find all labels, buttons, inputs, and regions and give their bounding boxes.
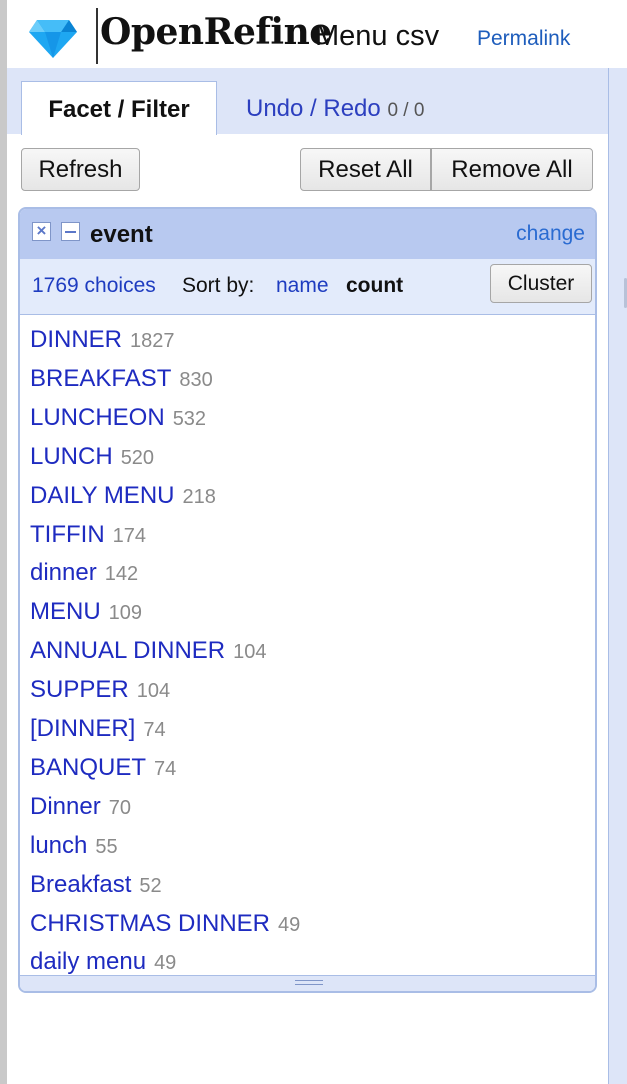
- facet-choice[interactable]: DINNER 1827: [30, 326, 175, 360]
- app-name[interactable]: OpenRefine: [100, 11, 332, 53]
- facet-choice-label[interactable]: ANNUAL DINNER: [30, 637, 225, 664]
- facet-choice-count: 520: [120, 446, 155, 469]
- permalink-link[interactable]: Permalink: [477, 27, 570, 51]
- change-link[interactable]: change: [516, 222, 585, 246]
- sort-by-count-link[interactable]: count: [346, 274, 403, 298]
- project-name[interactable]: Menu csv: [315, 20, 439, 53]
- facet-choice-count: 49: [278, 913, 301, 936]
- facet-choice[interactable]: DAILY MENU 218: [30, 482, 216, 516]
- left-edge-strip: [0, 0, 7, 1084]
- facet-choice[interactable]: Breakfast 52: [30, 871, 162, 905]
- facet-choice-count: 104: [233, 641, 267, 664]
- facet-choice[interactable]: dinner 142: [30, 559, 138, 593]
- facet-choice-label[interactable]: Breakfast: [30, 871, 131, 898]
- panel-edge: [608, 68, 609, 1084]
- facet-event: × event change 1769 choices Sort by: nam…: [18, 207, 597, 993]
- facet-choice-count: 70: [108, 796, 131, 819]
- facet-choice-label[interactable]: CHRISTMAS DINNER: [30, 910, 270, 937]
- facet-choice[interactable]: lunch 55: [30, 832, 118, 866]
- facet-choice-label[interactable]: DAILY MENU: [30, 482, 174, 509]
- facet-choice-count: 52: [139, 874, 162, 897]
- facet-choice-label[interactable]: DINNER: [30, 326, 122, 353]
- diamond-logo-icon[interactable]: [29, 18, 77, 58]
- tab-facet-filter[interactable]: Facet / Filter: [21, 81, 217, 135]
- facet-choice-count: 74: [154, 757, 177, 780]
- facet-controls: 1769 choices Sort by: name count Cluster: [20, 259, 595, 315]
- tab-undo-redo[interactable]: Undo / Redo 0 / 0: [246, 81, 424, 135]
- tab-strip: Facet / Filter Undo / Redo 0 / 0: [7, 68, 608, 135]
- facet-choice[interactable]: LUNCHEON 532: [30, 404, 206, 438]
- facet-choice-count: 74: [143, 719, 166, 741]
- facet-choice-label[interactable]: TIFFIN: [30, 521, 105, 548]
- facet-choice-label[interactable]: SUPPER: [30, 676, 129, 703]
- facet-choice[interactable]: Dinner 70: [30, 793, 131, 827]
- facet-choice[interactable]: BANQUET 74: [30, 754, 176, 788]
- minimize-facet-icon[interactable]: [61, 222, 80, 241]
- facet-choice[interactable]: MENU 109: [30, 598, 142, 632]
- sort-by-label: Sort by:: [182, 274, 255, 297]
- reset-all-button[interactable]: Reset All: [300, 148, 431, 191]
- facet-choice-count: 142: [104, 563, 139, 586]
- facet-choice-label[interactable]: LUNCHEON: [30, 404, 165, 431]
- facet-choice-label[interactable]: Dinner: [30, 793, 101, 820]
- logo-divider: [96, 8, 98, 64]
- close-facet-icon[interactable]: ×: [32, 222, 51, 241]
- facet-choice-label[interactable]: dinner: [30, 559, 97, 586]
- facet-choice-label[interactable]: lunch: [30, 832, 87, 859]
- facet-choice-label[interactable]: BREAKFAST: [30, 365, 171, 392]
- facet-choice-count: 55: [95, 835, 118, 858]
- facet-choice-count: 104: [136, 680, 171, 703]
- facet-choice-count: 830: [179, 368, 213, 391]
- remove-all-button[interactable]: Remove All: [431, 148, 593, 191]
- facet-choice[interactable]: LUNCH 520: [30, 443, 154, 477]
- panel-resizer[interactable]: [608, 68, 627, 1084]
- facet-choice-count: 1827: [130, 330, 175, 352]
- undo-redo-counter: 0 / 0: [387, 100, 425, 121]
- facet-choice[interactable]: ANNUAL DINNER 104: [30, 637, 267, 671]
- facet-choice-count: 49: [154, 952, 177, 975]
- facet-name: event: [90, 221, 153, 248]
- facet-choice-label[interactable]: LUNCH: [30, 443, 113, 470]
- facet-choice[interactable]: SUPPER 104: [30, 676, 170, 710]
- facet-choice-label[interactable]: daily menu: [30, 948, 146, 975]
- facet-choice[interactable]: BREAKFAST 830: [30, 365, 213, 399]
- facet-choice-label[interactable]: BANQUET: [30, 754, 146, 781]
- facet-choices-list: DINNER 1827 BREAKFAST 830 LUNCHEON 532 LUNCH 52…: [20, 316, 595, 976]
- facet-title-bar: × event change: [20, 209, 595, 259]
- facet-choice-count: 532: [172, 407, 207, 430]
- sort-by-name-link[interactable]: name: [276, 274, 329, 298]
- facet-choice[interactable]: daily menu 49: [30, 948, 176, 976]
- grip-icon: [295, 980, 323, 985]
- facet-choice[interactable]: CHRISTMAS DINNER 49: [30, 910, 300, 944]
- facet-choice[interactable]: [DINNER] 74: [30, 715, 166, 749]
- facet-choice-label[interactable]: [DINNER]: [30, 715, 135, 742]
- refresh-button[interactable]: Refresh: [21, 148, 140, 191]
- tab-undo-redo-label: Undo / Redo: [246, 95, 381, 122]
- facet-choice-count: 109: [108, 602, 143, 625]
- facet-choice-count: 174: [112, 524, 147, 547]
- facet-choice-count: 218: [182, 485, 216, 508]
- app-header: OpenRefine Menu csv Permalink: [7, 0, 627, 68]
- facet-choice-label[interactable]: MENU: [30, 598, 101, 625]
- facet-resize-handle[interactable]: [20, 975, 595, 991]
- choices-count-link[interactable]: 1769 choices: [32, 274, 156, 298]
- facet-choice[interactable]: TIFFIN 174: [30, 521, 146, 555]
- cluster-button[interactable]: Cluster: [490, 264, 592, 303]
